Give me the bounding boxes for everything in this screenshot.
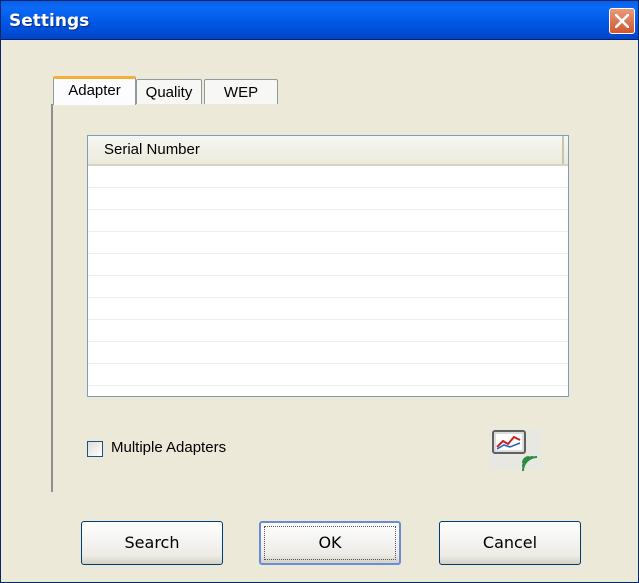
multiple-adapters-checkbox[interactable] <box>87 441 103 457</box>
table-row <box>88 166 568 188</box>
table-row <box>88 342 568 364</box>
ok-button[interactable]: OK <box>259 521 401 565</box>
settings-dialog: Settings Adapter Quality WEP Serial Numb… <box>0 0 639 583</box>
adapter-list[interactable]: Serial Number <box>87 135 569 397</box>
column-header-serial-number[interactable]: Serial Number <box>88 136 564 164</box>
table-row <box>88 210 568 232</box>
cancel-button-label: Cancel <box>482 533 538 552</box>
close-button[interactable] <box>609 8 635 34</box>
window-title: Settings <box>9 11 90 31</box>
table-row <box>88 232 568 254</box>
table-row <box>88 298 568 320</box>
close-icon <box>615 14 629 28</box>
table-row <box>88 320 568 342</box>
tab-adapter-label: Adapter <box>68 82 121 99</box>
table-row <box>88 188 568 210</box>
tab-quality[interactable]: Quality <box>136 79 202 105</box>
table-row <box>88 364 568 386</box>
list-header: Serial Number <box>88 136 568 166</box>
tab-quality-label: Quality <box>145 84 193 101</box>
search-button-label: Search <box>124 533 180 552</box>
focus-rect <box>264 526 396 560</box>
table-row <box>88 254 568 276</box>
tab-adapter[interactable]: Adapter <box>53 76 136 105</box>
tab-wep-label: WEP <box>223 84 259 101</box>
multiple-adapters-label[interactable]: Multiple Adapters <box>111 439 226 456</box>
table-row <box>88 276 568 298</box>
title-bar[interactable]: Settings <box>1 1 638 40</box>
wireless-adapter-icon <box>487 425 543 472</box>
cancel-button[interactable]: Cancel <box>439 521 581 565</box>
tab-wep[interactable]: WEP <box>204 79 278 105</box>
search-button[interactable]: Search <box>81 521 223 565</box>
